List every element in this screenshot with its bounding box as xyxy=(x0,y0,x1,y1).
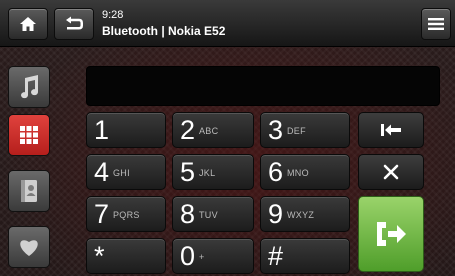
key-digit: 7 xyxy=(94,199,110,229)
key-2[interactable]: 2 ABC xyxy=(172,112,254,148)
back-button[interactable] xyxy=(54,8,94,40)
bluetooth-connection-label: Bluetooth | Nokia E52 xyxy=(102,24,226,38)
key-digit: 0 xyxy=(180,241,196,271)
key-8[interactable]: 8 TUV xyxy=(172,196,254,232)
key-digit: 5 xyxy=(180,157,196,187)
key-9[interactable]: 9 WXYZ xyxy=(260,196,350,232)
key-letters: GHI xyxy=(113,168,130,178)
key-7[interactable]: 7 PQRS xyxy=(86,196,166,232)
key-digit: 3 xyxy=(268,115,284,145)
top-bar: 9:28 Bluetooth | Nokia E52 xyxy=(0,0,455,47)
clear-x-icon xyxy=(383,164,399,180)
key-digit: * xyxy=(94,241,105,271)
clear-button[interactable] xyxy=(358,154,424,190)
key-letters: DEF xyxy=(287,126,306,136)
backspace-button[interactable] xyxy=(358,112,424,148)
sidebar-item-contacts[interactable] xyxy=(8,170,50,212)
key-6[interactable]: 6 MNO xyxy=(260,154,350,190)
key-hash[interactable]: # xyxy=(260,238,350,274)
menu-button[interactable] xyxy=(421,8,451,40)
key-4[interactable]: 4 GHI xyxy=(86,154,166,190)
key-star[interactable]: * xyxy=(86,238,166,274)
home-button[interactable] xyxy=(8,8,48,40)
music-note-icon xyxy=(21,75,39,99)
key-digit: 6 xyxy=(268,157,284,187)
key-digit: 4 xyxy=(94,157,110,187)
key-letters: + xyxy=(199,252,205,262)
key-digit: 9 xyxy=(268,199,284,229)
key-0[interactable]: 0 + xyxy=(172,238,254,274)
contacts-book-icon xyxy=(21,180,37,202)
sidebar-item-favorites[interactable] xyxy=(8,226,50,268)
key-3[interactable]: 3 DEF xyxy=(260,112,350,148)
key-5[interactable]: 5 JKL xyxy=(172,154,254,190)
key-letters: TUV xyxy=(199,210,218,220)
home-icon xyxy=(20,17,36,31)
key-1[interactable]: 1 xyxy=(86,112,166,148)
key-letters: MNO xyxy=(287,168,309,178)
key-letters: JKL xyxy=(199,168,216,178)
status-time: 9:28 xyxy=(102,9,124,21)
sidebar-item-music[interactable] xyxy=(8,66,50,108)
backspace-icon xyxy=(381,124,401,136)
call-icon xyxy=(377,222,406,246)
key-letters: WXYZ xyxy=(287,210,315,220)
sidebar-item-dialpad[interactable] xyxy=(8,114,50,156)
key-digit: # xyxy=(268,241,284,271)
key-digit: 8 xyxy=(180,199,196,229)
number-display xyxy=(86,66,440,106)
dialpad-grid-icon xyxy=(20,126,38,144)
menu-icon xyxy=(428,18,444,30)
key-letters: ABC xyxy=(199,126,219,136)
key-digit: 2 xyxy=(180,115,196,145)
key-digit: 1 xyxy=(94,115,110,145)
key-letters: PQRS xyxy=(113,210,140,220)
back-icon xyxy=(66,16,83,30)
call-button[interactable] xyxy=(358,196,424,272)
heart-icon xyxy=(20,240,38,256)
status-area: 9:28 Bluetooth | Nokia E52 xyxy=(102,7,225,39)
dialer-screen: 9:28 Bluetooth | Nokia E52 1 2 ABC 3 DEF… xyxy=(0,0,455,276)
